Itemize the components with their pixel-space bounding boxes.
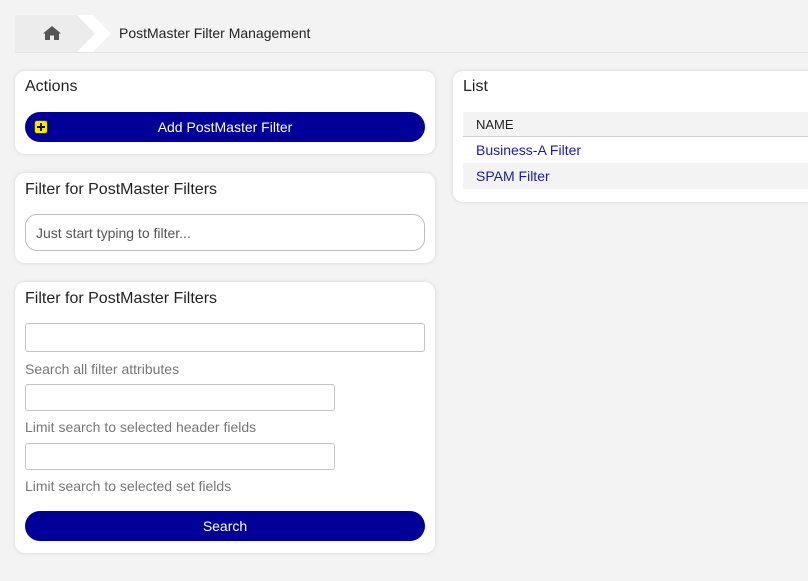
breadcrumb: PostMaster Filter Management: [15, 15, 808, 53]
search-filter-title: Filter for PostMaster Filters: [25, 290, 218, 307]
quick-filter-panel: Filter for PostMaster Filters: [15, 173, 435, 263]
quick-filter-title: Filter for PostMaster Filters: [25, 181, 218, 198]
header-fields-input[interactable]: [25, 384, 335, 411]
column-header-name[interactable]: NAME: [463, 112, 808, 137]
plus-icon: [34, 120, 48, 134]
actions-title: Actions: [25, 78, 78, 95]
actions-panel: Actions Add PostMaster Filter: [15, 71, 435, 154]
page-title: PostMaster Filter Management: [119, 25, 311, 41]
header-fields-hint: Limit search to selected header fields: [25, 419, 257, 435]
add-postmaster-filter-label: Add PostMaster Filter: [157, 119, 293, 135]
add-postmaster-filter-button[interactable]: Add PostMaster Filter: [25, 112, 425, 142]
search-button[interactable]: Search: [25, 511, 425, 541]
filter-table: NAME Business-A Filter SPAM Filter: [463, 112, 808, 189]
search-filter-panel: Filter for PostMaster Filters Search all…: [15, 282, 435, 553]
home-icon[interactable]: [42, 25, 62, 46]
table-row[interactable]: Business-A Filter: [463, 137, 808, 163]
table-row[interactable]: SPAM Filter: [463, 163, 808, 189]
search-all-hint: Search all filter attributes: [25, 361, 180, 377]
list-title: List: [463, 78, 488, 95]
breadcrumb-separator-icon: [77, 15, 111, 52]
list-panel: List NAME Business-A Filter SPAM Filter: [453, 71, 808, 202]
quick-filter-input[interactable]: [25, 214, 425, 251]
set-fields-hint: Limit search to selected set fields: [25, 478, 232, 494]
set-fields-input[interactable]: [25, 443, 335, 470]
search-all-input[interactable]: [25, 323, 425, 352]
